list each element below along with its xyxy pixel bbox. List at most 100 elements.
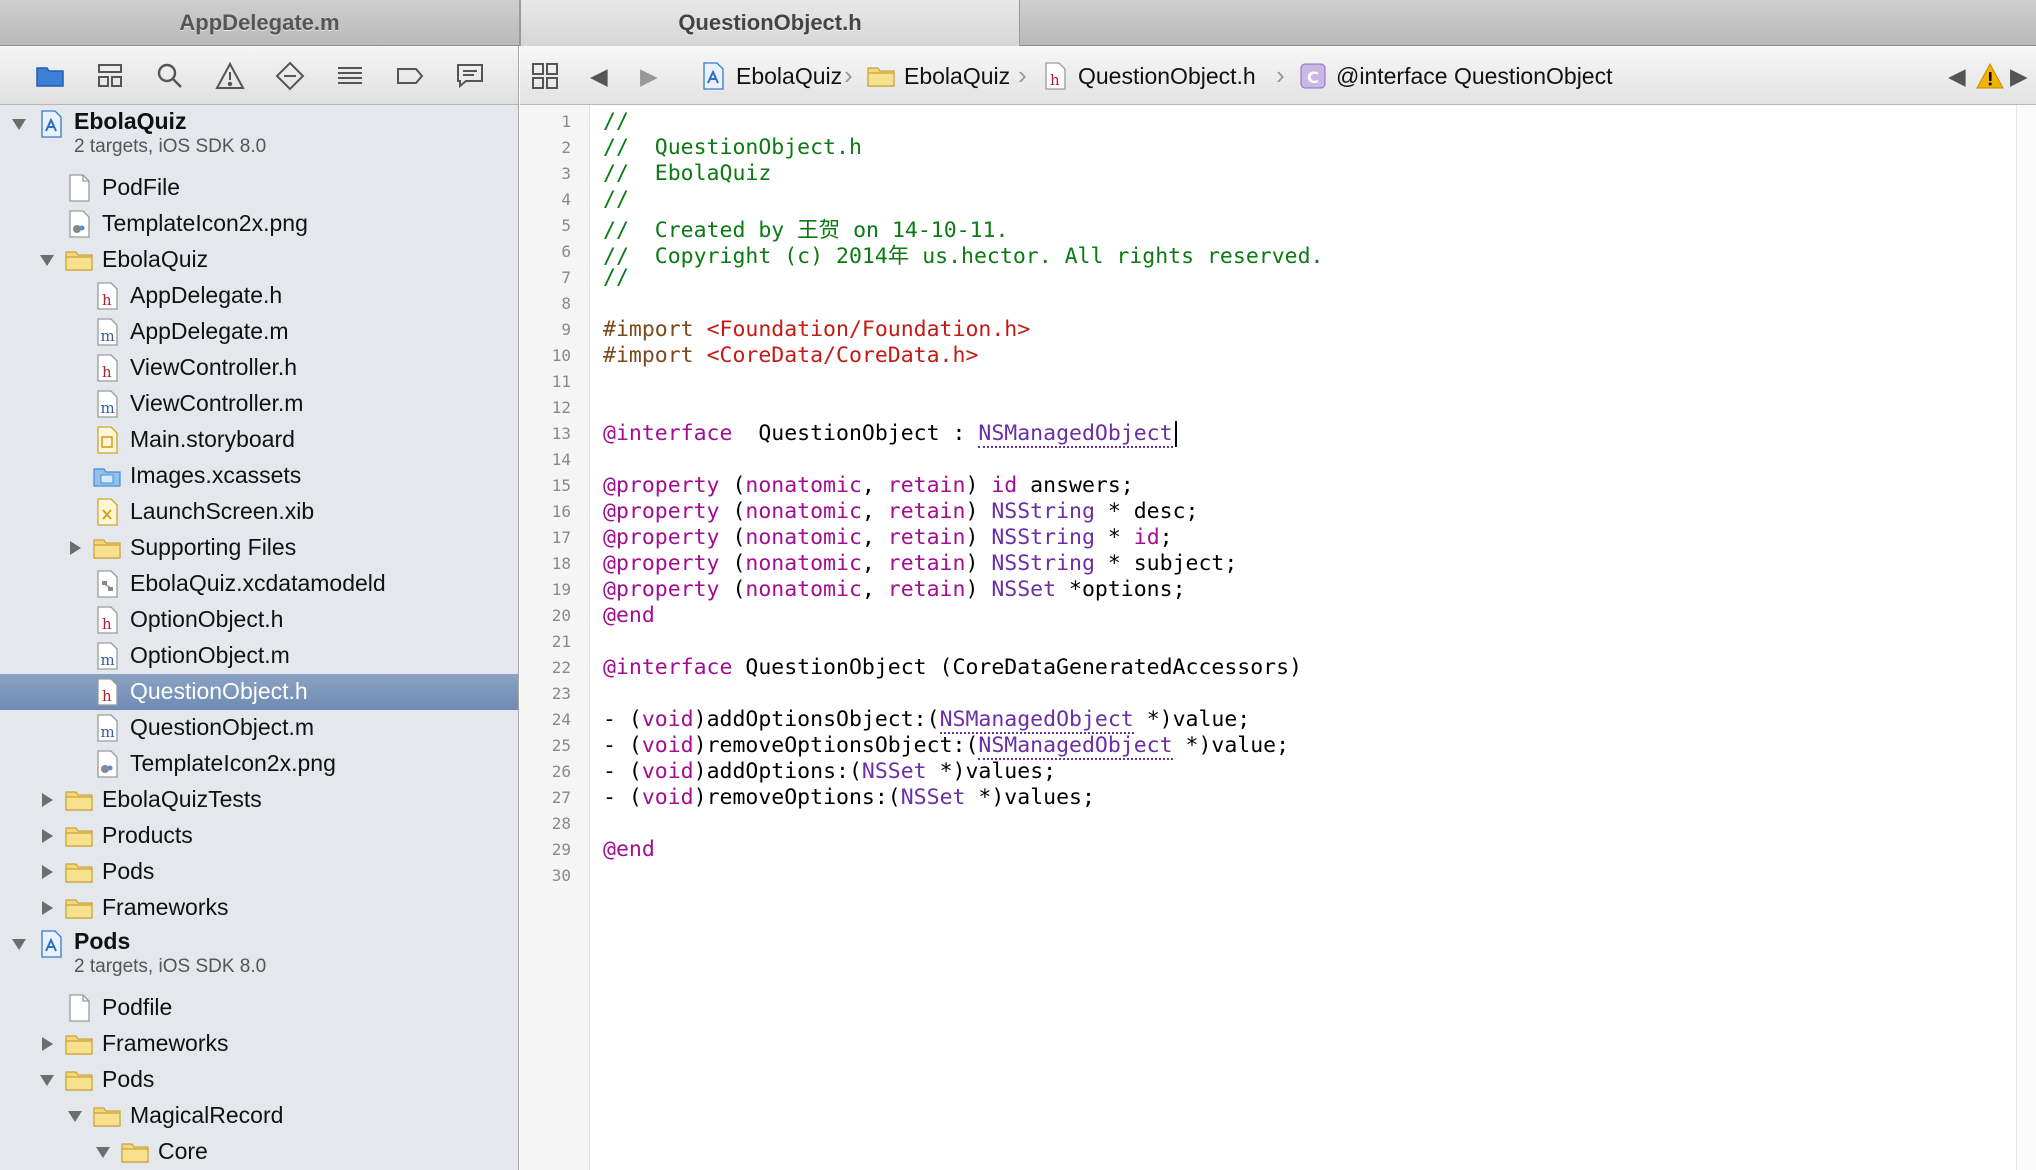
- forward-arrow-icon[interactable]: ▶: [640, 58, 668, 94]
- code-token: - (: [603, 733, 642, 758]
- tree-row[interactable]: LaunchScreen.xib: [0, 494, 518, 530]
- line-number: 29: [551, 840, 571, 859]
- next-issue-icon[interactable]: ▶: [2010, 58, 2034, 94]
- tree-row[interactable]: m AppDelegate.m: [0, 314, 518, 350]
- disclosure-open-icon[interactable]: [38, 251, 56, 269]
- folder-icon: [866, 58, 898, 94]
- tree-row[interactable]: Pods: [0, 854, 518, 890]
- code-token: ): [965, 499, 992, 524]
- tree-row[interactable]: Core: [0, 1134, 518, 1170]
- disclosure-open-icon[interactable]: [94, 1143, 112, 1161]
- code-token: *: [1094, 525, 1134, 550]
- project-row[interactable]: EbolaQuiz 2 targets, iOS SDK 8.0: [0, 106, 518, 170]
- code-token: )removeOptions:(: [693, 785, 901, 810]
- code-line: // Copyright (c) 2014年 us.hector. All ri…: [603, 239, 1323, 270]
- project-name: EbolaQuiz: [74, 108, 187, 134]
- warning-icon[interactable]: [1976, 58, 2006, 94]
- disclosure-open-icon[interactable]: [38, 1071, 56, 1089]
- editor-scrollbar[interactable]: [2016, 105, 2036, 1170]
- project-row[interactable]: Pods 2 targets, iOS SDK 8.0: [0, 926, 518, 990]
- tree-row[interactable]: Frameworks: [0, 1026, 518, 1062]
- line-number: 19: [551, 580, 571, 599]
- diamond-icon[interactable]: [272, 58, 308, 94]
- code-token: // Copyright (c) 2014年 us.hector. All ri…: [603, 244, 1324, 269]
- tree-row-label: Pods: [102, 858, 155, 884]
- tree-row[interactable]: Products: [0, 818, 518, 854]
- breadcrumb-item[interactable]: QuestionObject.h: [1078, 58, 1256, 94]
- tree-row[interactable]: h ViewController.h: [0, 350, 518, 386]
- disclosure-closed-icon[interactable]: [38, 899, 56, 917]
- tree-row[interactable]: TemplateIcon2x.png: [0, 206, 518, 242]
- project-name: Pods: [74, 928, 131, 954]
- breadcrumb-item[interactable]: @interface QuestionObject: [1336, 58, 1612, 94]
- tag-icon[interactable]: [392, 58, 428, 94]
- svg-text:h: h: [1050, 71, 1060, 89]
- hierarchy-icon[interactable]: [92, 58, 128, 94]
- line-number: 23: [551, 684, 571, 703]
- folder-icon[interactable]: [32, 58, 68, 94]
- tree-row[interactable]: TemplateIcon2x.png: [0, 746, 518, 782]
- tree-row[interactable]: Main.storyboard: [0, 422, 518, 458]
- tree-row[interactable]: m ViewController.m: [0, 386, 518, 422]
- folder-icon: [92, 533, 122, 563]
- tree-row[interactable]: m QuestionObject.m: [0, 710, 518, 746]
- line-number: 17: [551, 528, 571, 547]
- code-token: ): [965, 473, 992, 498]
- tree-row[interactable]: h OptionObject.h: [0, 602, 518, 638]
- tree-row-label: EbolaQuizTests: [102, 786, 262, 812]
- tree-row[interactable]: h AppDelegate.h: [0, 278, 518, 314]
- disclosure-closed-icon[interactable]: [38, 791, 56, 809]
- back-arrow-icon[interactable]: ◀: [590, 58, 618, 94]
- prev-issue-icon[interactable]: ◀: [1948, 58, 1976, 94]
- disclosure-closed-icon[interactable]: [38, 863, 56, 881]
- line-number: 18: [551, 554, 571, 573]
- document-icon: [64, 173, 94, 203]
- tree-row[interactable]: EbolaQuizTests: [0, 782, 518, 818]
- code-token: #import: [603, 317, 707, 342]
- svg-text:h: h: [102, 687, 112, 705]
- tree-row[interactable]: Frameworks: [0, 890, 518, 926]
- search-icon[interactable]: [152, 58, 188, 94]
- tree-row[interactable]: h QuestionObject.h: [0, 674, 518, 710]
- list-icon[interactable]: [332, 58, 368, 94]
- tree-row[interactable]: EbolaQuiz: [0, 242, 518, 278]
- breadcrumb-separator-icon: ›: [1018, 60, 1027, 90]
- chat-icon[interactable]: [452, 58, 488, 94]
- tree-row[interactable]: PodFile: [0, 170, 518, 206]
- tree-row[interactable]: Supporting Files: [0, 530, 518, 566]
- code-line: // QuestionObject.h: [603, 135, 862, 160]
- code-token: retain: [887, 551, 966, 576]
- project-icon: [36, 929, 66, 959]
- tree-row[interactable]: Podfile: [0, 990, 518, 1026]
- tree-row[interactable]: EbolaQuiz.xcdatamodeld: [0, 566, 518, 602]
- tree-row[interactable]: MagicalRecord: [0, 1098, 518, 1134]
- code-token: NSManagedObject: [939, 707, 1134, 734]
- disclosure-open-icon[interactable]: [10, 935, 28, 953]
- line-number: 22: [551, 658, 571, 677]
- tree-row[interactable]: Pods: [0, 1062, 518, 1098]
- folder-icon: [64, 821, 94, 851]
- disclosure-closed-icon[interactable]: [38, 1035, 56, 1053]
- tree-row-label: Supporting Files: [130, 534, 297, 560]
- code-token: ,: [861, 551, 888, 576]
- code-token: )addOptions:(: [693, 759, 862, 784]
- tree-row[interactable]: m OptionObject.m: [0, 638, 518, 674]
- related-items-icon[interactable]: [530, 58, 570, 94]
- disclosure-closed-icon[interactable]: [66, 539, 84, 557]
- code-token: * desc;: [1094, 499, 1199, 524]
- breadcrumb-item[interactable]: EbolaQuiz: [736, 58, 842, 94]
- warning-icon[interactable]: [212, 58, 248, 94]
- tree-row[interactable]: Images.xcassets: [0, 458, 518, 494]
- tab-appdelegate-m[interactable]: AppDelegate.m: [0, 0, 520, 46]
- source-editor[interactable]: //// QuestionObject.h// EbolaQuiz//// Cr…: [600, 105, 2000, 1170]
- disclosure-open-icon[interactable]: [66, 1107, 84, 1125]
- tab-questionobject-h[interactable]: QuestionObject.h: [520, 0, 1020, 46]
- code-line: - (void)removeOptions:(NSSet *)values;: [603, 785, 1095, 810]
- tree-row-label: Frameworks: [102, 894, 229, 920]
- code-line: //: [603, 109, 629, 134]
- disclosure-open-icon[interactable]: [10, 115, 28, 133]
- disclosure-closed-icon[interactable]: [38, 827, 56, 845]
- breadcrumb-item[interactable]: EbolaQuiz: [904, 58, 1010, 94]
- tree-row-label: QuestionObject.h: [130, 678, 308, 704]
- code-token: retain: [887, 473, 966, 498]
